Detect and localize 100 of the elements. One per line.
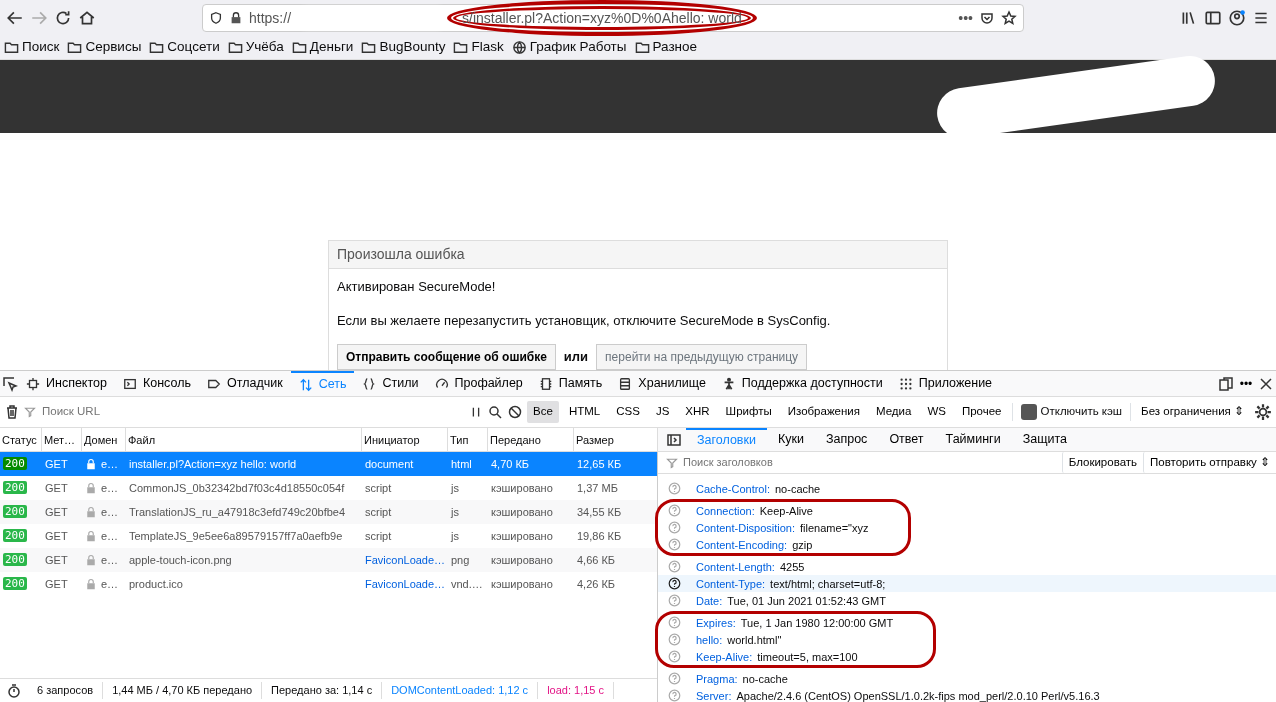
type-filter-button[interactable]: CSS: [610, 401, 646, 423]
folder-icon: [67, 40, 83, 55]
block-button[interactable]: Блокировать: [1061, 452, 1144, 474]
table-cell-text: js: [449, 528, 460, 544]
lock-icon[interactable]: [229, 11, 243, 25]
details-tab[interactable]: Запрос: [814, 427, 879, 452]
bookmark-link[interactable]: Разное: [634, 37, 698, 58]
header-name: hello:: [696, 632, 723, 648]
details-tab[interactable]: Тайминги: [934, 427, 1012, 452]
bookmark-link[interactable]: Учёба: [227, 37, 284, 58]
table-cell-text: script: [364, 528, 393, 544]
more-options-button[interactable]: •••: [1234, 369, 1258, 398]
report-error-button[interactable]: Отправить сообщение об ошибке: [337, 344, 556, 370]
search-icon[interactable]: [487, 404, 504, 420]
details-tab[interactable]: Куки: [766, 427, 815, 452]
close-icon[interactable]: [1258, 375, 1274, 392]
table-cell-text: e…: [101, 528, 119, 544]
status-code: 200: [3, 481, 27, 495]
request-row[interactable]: 200 GET e… CommonJS_0b32342bd7f03c4d18550c054f script js кэшировано 1,37 МБ: [0, 476, 657, 500]
back-arrow-icon[interactable]: [6, 9, 24, 27]
account-icon[interactable]: [1228, 9, 1246, 27]
lock-icon: [85, 530, 97, 542]
details-tab[interactable]: Ответ: [878, 427, 935, 452]
table-cell-text: 34,55 КБ: [576, 504, 623, 520]
reload-icon[interactable]: [54, 9, 72, 27]
element-picker-icon[interactable]: [2, 375, 18, 392]
pocket-icon[interactable]: [979, 10, 995, 26]
devtools-tab[interactable]: Поддержка доступности: [713, 370, 891, 397]
header-value: gzip: [792, 537, 813, 553]
table-cell-text: e…: [101, 552, 119, 568]
status-text: Передано за: 1,14 с: [262, 682, 383, 699]
responsive-design-icon[interactable]: [1218, 375, 1234, 392]
type-filter-button[interactable]: Шрифты: [719, 401, 778, 423]
bookmark-link[interactable]: Сервисы: [67, 37, 142, 58]
go-back-button[interactable]: перейти на предыдущую страницу: [596, 344, 808, 370]
shield-icon[interactable]: [209, 11, 223, 25]
request-row[interactable]: 200 GET e… TemplateJS_9e5ee6a89579157ff7a0aefb9e script js кэшировано 19,86 КБ: [0, 524, 657, 548]
table-cell-text: vnd.…: [450, 576, 484, 592]
devtools-tab[interactable]: Хранилище: [610, 370, 714, 397]
sidebar-icon[interactable]: [1204, 9, 1222, 27]
type-filter-button[interactable]: Прочее: [955, 401, 1008, 423]
table-cell-text: 4,66 КБ: [576, 552, 617, 568]
globe-icon: [511, 40, 527, 55]
braces-icon: [362, 376, 377, 391]
bookmark-link[interactable]: Поиск: [4, 37, 60, 58]
console-icon: [122, 376, 137, 391]
details-tab[interactable]: Защита: [1011, 427, 1078, 452]
toggle-panel-icon[interactable]: [666, 431, 682, 448]
more-actions-button[interactable]: •••: [958, 7, 973, 29]
bookmark-link[interactable]: BugBounty: [361, 37, 446, 58]
initiator-link[interactable]: FaviconLoade…: [362, 551, 448, 569]
home-icon[interactable]: [78, 9, 96, 27]
disable-cache-checkbox[interactable]: Отключить кэш: [1011, 403, 1132, 421]
header-name: Content-Encoding:: [696, 537, 788, 553]
details-tab[interactable]: Заголовки: [686, 427, 767, 452]
type-filter-button[interactable]: HTML: [562, 401, 607, 423]
devtools-tab[interactable]: Профайлер: [426, 370, 531, 397]
header-name: Content-Type:: [696, 576, 766, 592]
status-text: 1,44 МБ / 4,70 КБ передано: [103, 682, 263, 699]
throttling-dropdown[interactable]: Без ограничения ⇕: [1135, 401, 1250, 423]
type-filter-button[interactable]: JS: [649, 401, 676, 423]
url-text: https://: [249, 8, 292, 28]
type-filter-button[interactable]: Медиа: [870, 401, 918, 423]
bookmark-link[interactable]: Соцсети: [149, 37, 220, 58]
settings-icon[interactable]: [1254, 403, 1272, 421]
type-filter-button[interactable]: WS: [921, 401, 952, 423]
devtools-tab[interactable]: Стили: [354, 370, 427, 397]
bookmark-link[interactable]: График Работы: [511, 37, 627, 58]
trash-icon[interactable]: [4, 404, 20, 420]
header-name: Expires:: [696, 615, 736, 631]
devtools-tab[interactable]: Память: [530, 370, 611, 397]
resend-dropdown[interactable]: Повторить отправку ⇕: [1143, 452, 1276, 474]
devtools-tab[interactable]: Консоль: [114, 370, 199, 397]
devtools-tab[interactable]: Инспектор: [18, 370, 115, 397]
url-filter-field[interactable]: Поиск URL: [40, 402, 466, 422]
devtools-tab[interactable]: Сеть: [290, 370, 355, 397]
type-filter-button[interactable]: Все: [527, 401, 559, 423]
forward-arrow-icon: [30, 9, 48, 27]
devtools-tab[interactable]: Отладчик: [199, 370, 291, 397]
bookmark-link[interactable]: Деньги: [291, 37, 354, 58]
lock-icon: [85, 506, 97, 518]
type-filter-button[interactable]: Изображения: [781, 401, 866, 423]
table-cell-text: TranslationJS_ru_a47918c3efd749c20bfbe4: [128, 504, 347, 520]
star-icon[interactable]: [1001, 10, 1017, 26]
table-cell-text: кэшировано: [490, 552, 554, 568]
block-icon[interactable]: [507, 404, 524, 420]
request-row[interactable]: 200 GET e… apple-touch-icon.png FaviconLoade… png кэшировано 4,66 КБ: [0, 548, 657, 572]
help-icon[interactable]: [668, 577, 681, 591]
table-cell-text: кэшировано: [490, 504, 554, 520]
request-row[interactable]: 200 GET e… TranslationJS_ru_a47918c3efd749c20bfbe4 script js кэшировано 34,55 КБ: [0, 500, 657, 524]
type-filter-button[interactable]: XHR: [679, 401, 716, 423]
devtools-tab[interactable]: Приложение: [890, 370, 1001, 397]
bookmark-link[interactable]: Flask: [453, 37, 504, 58]
request-row[interactable]: 200 GET e… installer.pl?Action=xyz hello: world document html 4,70 КБ 12,65 КБ: [0, 452, 657, 476]
lock-icon: [85, 458, 97, 470]
table-cell-text: html: [450, 456, 473, 472]
table-cell-text: CommonJS_0b32342bd7f03c4d18550c054f: [128, 480, 346, 496]
request-row[interactable]: 200 GET e… product.ico FaviconLoade… vnd.… кэшировано 4,26 КБ: [0, 572, 657, 596]
initiator-link[interactable]: FaviconLoade…: [362, 575, 448, 593]
grid-dots-icon: [898, 376, 913, 391]
